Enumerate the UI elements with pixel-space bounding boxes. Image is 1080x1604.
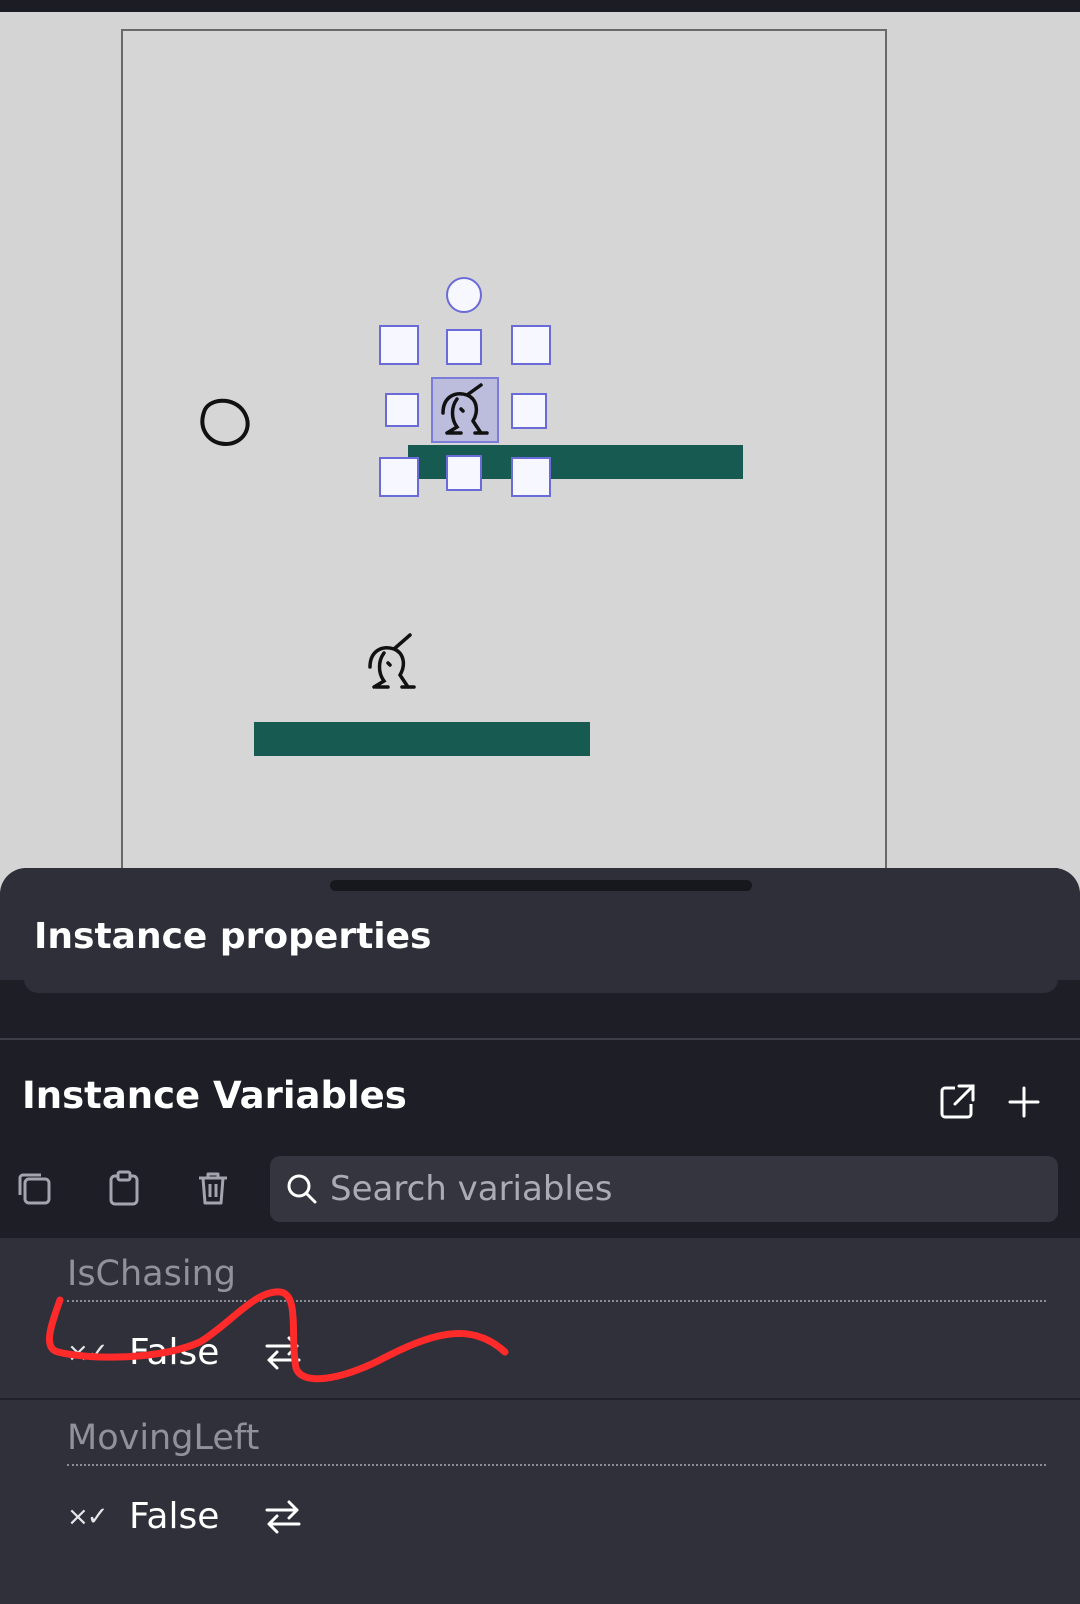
variable-name-underline	[67, 1464, 1046, 1466]
clipboard-icon	[109, 1170, 139, 1206]
status-bar	[0, 0, 1080, 12]
paste-button[interactable]	[102, 1166, 146, 1210]
resize-handle-bottom-left[interactable]	[379, 457, 419, 497]
rotate-handle[interactable]	[446, 277, 482, 313]
sheet-grabber[interactable]	[330, 880, 752, 891]
resize-handle-left[interactable]	[385, 393, 419, 427]
toggle-swap-icon[interactable]	[263, 1497, 303, 1537]
scene-canvas[interactable]	[121, 29, 887, 892]
copy-button[interactable]	[12, 1166, 56, 1210]
instance-variables-section: Instance Variables	[0, 1040, 1080, 1260]
search-icon	[287, 1174, 317, 1204]
resize-handle-top[interactable]	[446, 329, 482, 365]
open-external-icon	[940, 1084, 975, 1119]
instance-properties-sheet: Instance properties Instance Variables S…	[0, 868, 1080, 1604]
variable-value[interactable]: False	[129, 1496, 219, 1537]
platform-lower[interactable]	[254, 722, 590, 756]
plus-icon	[1008, 1086, 1040, 1118]
red-annotation-scribble	[46, 1288, 509, 1383]
variable-row-movingleft[interactable]: MovingLeft ×✓ False	[0, 1400, 1080, 1604]
copy-icon	[18, 1173, 51, 1205]
resize-handle-right[interactable]	[511, 393, 547, 429]
resize-handle-top-left[interactable]	[379, 325, 419, 365]
add-variable-button[interactable]	[1002, 1080, 1046, 1124]
variable-value-group: ×✓ False	[67, 1496, 303, 1537]
trash-icon	[199, 1172, 227, 1205]
resize-handle-bottom[interactable]	[446, 455, 482, 491]
open-external-button[interactable]	[935, 1080, 979, 1124]
layout-viewport[interactable]	[0, 12, 1080, 892]
search-variables-field[interactable]	[270, 1156, 1058, 1222]
sheet-title: Instance properties	[34, 916, 432, 957]
delete-button[interactable]	[191, 1166, 235, 1210]
enemy-sprite-selected[interactable]	[433, 379, 497, 439]
enemy-sprite[interactable]	[360, 629, 424, 695]
resize-handle-bottom-right[interactable]	[511, 457, 551, 497]
resize-handle-top-right[interactable]	[511, 325, 551, 365]
egg-sprite[interactable]	[196, 394, 258, 456]
instance-variables-title: Instance Variables	[22, 1074, 407, 1117]
variable-name: MovingLeft	[67, 1418, 260, 1458]
boolean-type-icon: ×✓	[67, 1501, 109, 1532]
search-input[interactable]	[328, 1168, 1012, 1210]
